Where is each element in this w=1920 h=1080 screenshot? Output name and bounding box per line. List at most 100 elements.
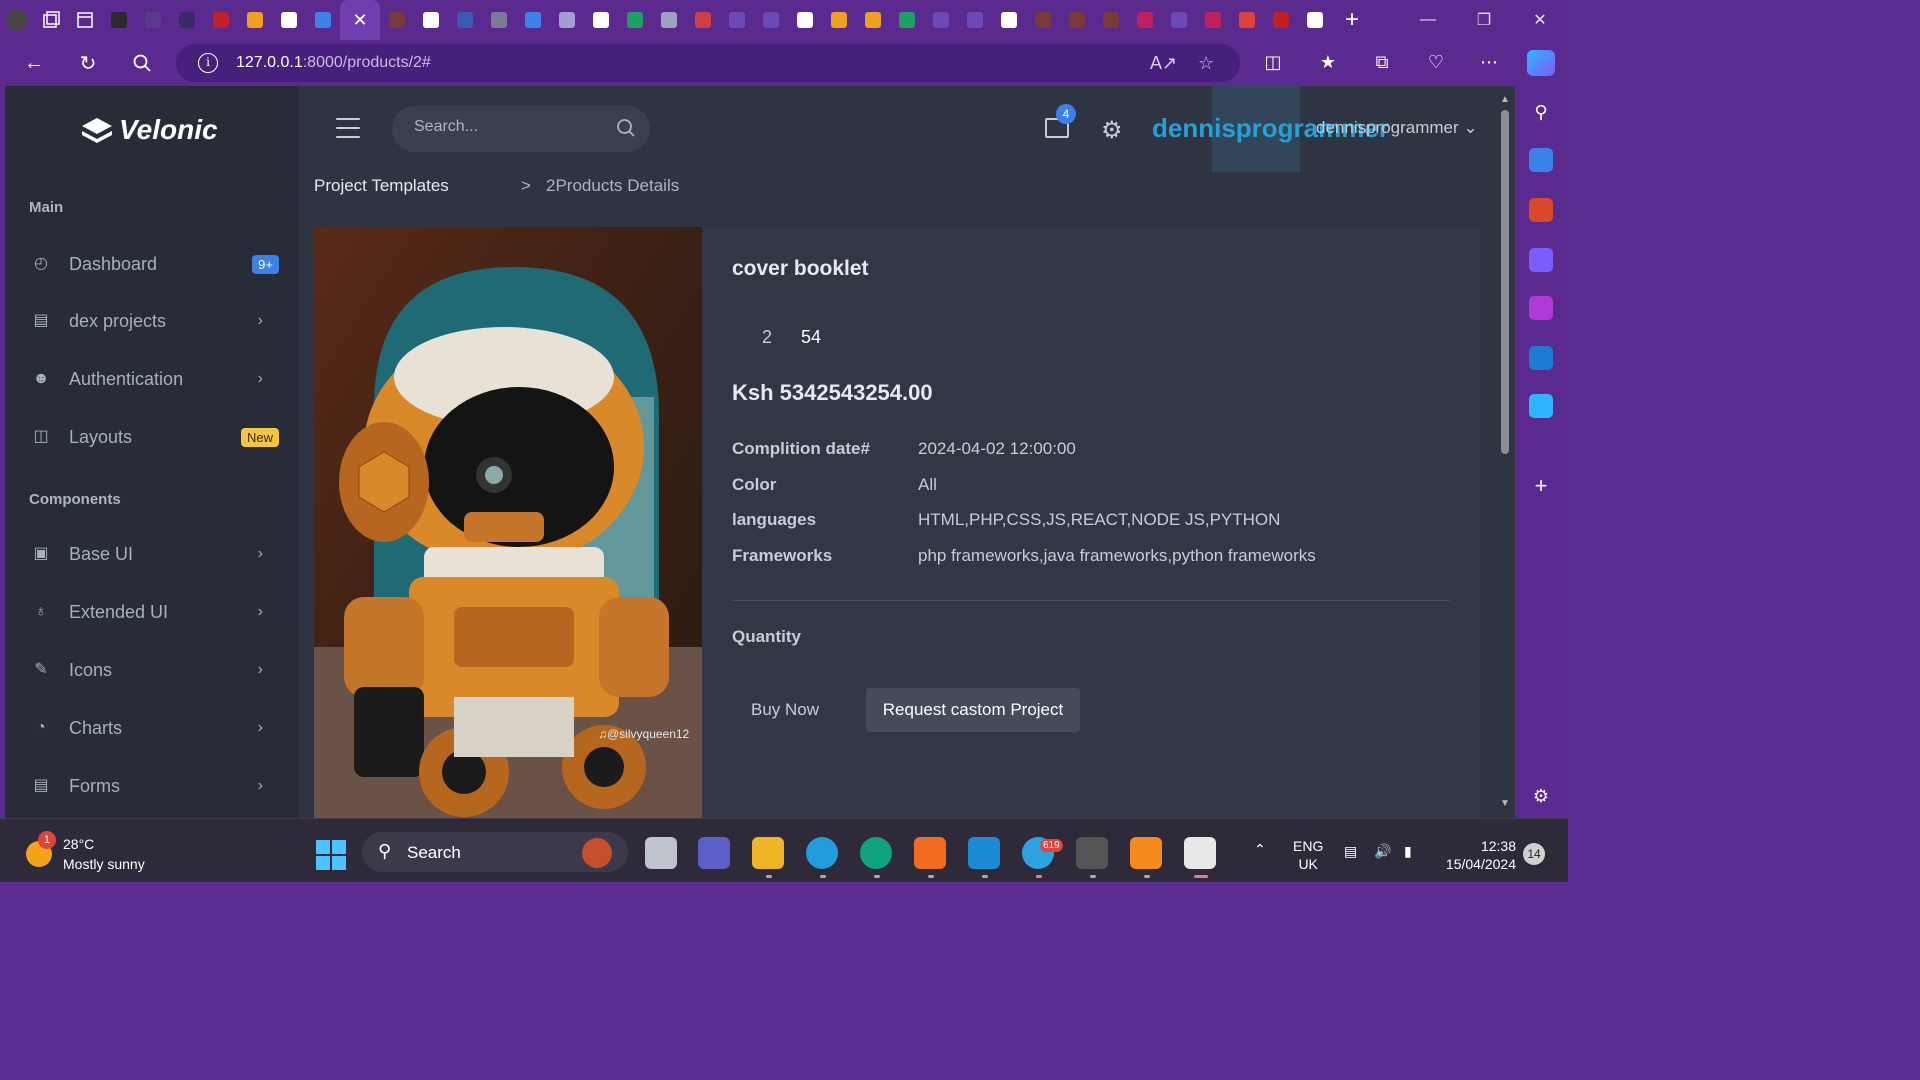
browser-tab[interactable]	[306, 0, 340, 40]
sidebar-item-icons[interactable]: ✎ Icons ›	[5, 650, 299, 690]
page-scrollbar[interactable]: ▲ ▼	[1497, 86, 1515, 818]
browser-tab[interactable]	[1094, 0, 1128, 40]
search-icon[interactable]	[127, 48, 157, 78]
drop-icon[interactable]	[1529, 394, 1553, 418]
tools-icon[interactable]	[1529, 198, 1553, 222]
office-icon[interactable]	[1529, 296, 1553, 320]
close-window-button[interactable]: ✕	[1512, 0, 1568, 40]
sidebar-item-layouts[interactable]: ◫ Layouts New	[5, 417, 299, 457]
collections-icon[interactable]: ⧉	[1369, 52, 1395, 73]
browser-tab[interactable]	[652, 0, 686, 40]
user-menu[interactable]: dennisprogrammer ⌄	[1316, 118, 1478, 138]
back-button[interactable]: ←	[19, 48, 49, 78]
minimize-button[interactable]: —	[1400, 0, 1456, 40]
browser-tab[interactable]	[448, 0, 482, 40]
browser-tab[interactable]	[584, 0, 618, 40]
shopping-icon[interactable]	[1529, 148, 1553, 172]
browser-tab[interactable]	[992, 0, 1026, 40]
split-screen-icon[interactable]: ◫	[1260, 52, 1286, 73]
browser-tab[interactable]	[170, 0, 204, 40]
browser-tab[interactable]	[550, 0, 584, 40]
sidebar-settings-icon[interactable]: ⚙	[1529, 784, 1553, 808]
scroll-down-icon[interactable]: ▼	[1500, 798, 1510, 809]
browser-tab[interactable]	[958, 0, 992, 40]
brand-logo[interactable]: Velonic	[81, 114, 218, 146]
browser-tab[interactable]	[272, 0, 306, 40]
sidebar-search-icon[interactable]: ⚲	[1529, 100, 1553, 124]
browser-essentials-icon[interactable]: ♡	[1423, 52, 1449, 73]
browser-tab[interactable]	[856, 0, 890, 40]
battery-icon[interactable]: ▮	[1404, 843, 1412, 860]
windows-start-icon[interactable]	[316, 840, 346, 870]
games-icon[interactable]	[1529, 248, 1553, 272]
menu-toggle-icon[interactable]	[336, 118, 360, 138]
reload-button[interactable]: ↻	[73, 48, 103, 78]
edge-icon[interactable]	[806, 837, 838, 869]
outlook-icon[interactable]	[1529, 346, 1553, 370]
browser-tab[interactable]	[686, 0, 720, 40]
new-tab-button[interactable]: +	[1332, 6, 1372, 34]
profile-avatar-icon[interactable]	[0, 0, 34, 40]
read-aloud-icon[interactable]: A↗	[1150, 53, 1177, 74]
sidebar-item-dex-projects[interactable]: ▤ dex projects ›	[5, 301, 299, 341]
browser-tab[interactable]	[924, 0, 958, 40]
browser-tab[interactable]	[1264, 0, 1298, 40]
site-info-icon[interactable]: i	[198, 53, 218, 73]
language-indicator[interactable]: ENG UK	[1293, 837, 1323, 873]
copilot-icon[interactable]	[1527, 50, 1555, 76]
notification-count-badge[interactable]: 14	[1523, 843, 1545, 865]
favorites-icon[interactable]: ★	[1315, 52, 1341, 73]
more-menu-icon[interactable]: ⋯	[1476, 52, 1502, 73]
scrollbar-thumb[interactable]	[1501, 110, 1509, 454]
show-hidden-icons-icon[interactable]: ⌃	[1254, 841, 1266, 858]
sidebar-item-charts[interactable]: ◔ Charts ›	[5, 708, 299, 748]
restore-button[interactable]: ❐	[1456, 0, 1512, 40]
browser-tab[interactable]	[482, 0, 516, 40]
browser-tab[interactable]	[1230, 0, 1264, 40]
website-copier-icon[interactable]	[1076, 837, 1108, 869]
sidebar-item-authentication[interactable]: ☻ Authentication ›	[5, 359, 299, 399]
browser-tab[interactable]	[1162, 0, 1196, 40]
browser-tab[interactable]	[516, 0, 550, 40]
add-sidebar-app-icon[interactable]: +	[1529, 474, 1553, 498]
browser-tab[interactable]	[822, 0, 856, 40]
task-view-icon[interactable]	[645, 837, 677, 869]
settings-gear-icon[interactable]: ⚙	[1101, 116, 1123, 145]
tab-actions-icon[interactable]	[68, 0, 102, 40]
sidebar-item-extended-ui[interactable]: ♁ Extended UI ›	[5, 592, 299, 632]
sublime-icon[interactable]	[1130, 837, 1162, 869]
browser-tab[interactable]	[618, 0, 652, 40]
active-tab-close-button[interactable]: ✕	[340, 0, 380, 40]
buy-now-button[interactable]: Buy Now	[732, 688, 838, 732]
scroll-up-icon[interactable]: ▲	[1500, 94, 1510, 105]
browser-tab[interactable]	[102, 0, 136, 40]
network-icon[interactable]: ▤	[1344, 843, 1357, 860]
browser-tab[interactable]	[1060, 0, 1094, 40]
browser-tab[interactable]	[204, 0, 238, 40]
file-explorer-icon[interactable]	[752, 837, 784, 869]
browser-tab[interactable]	[754, 0, 788, 40]
xampp-icon[interactable]	[914, 837, 946, 869]
clock[interactable]: 12:38 15/04/2024	[1440, 837, 1516, 873]
snipping-tool-icon[interactable]	[1184, 837, 1216, 869]
search-icon[interactable]	[616, 118, 636, 138]
browser-tab[interactable]	[1196, 0, 1230, 40]
vscode-icon[interactable]	[968, 837, 1000, 869]
browser-tab[interactable]	[1298, 0, 1332, 40]
browser-tab[interactable]	[1128, 0, 1162, 40]
sidebar-item-dashboard[interactable]: ◴ Dashboard 9+	[5, 244, 299, 284]
sidebar-item-forms[interactable]: ▤ Forms ›	[5, 766, 299, 806]
browser-tab[interactable]	[380, 0, 414, 40]
taskbar-search[interactable]: ⚲ Search	[362, 832, 628, 872]
browser-tab[interactable]	[1026, 0, 1060, 40]
request-custom-project-button[interactable]: Request castom Project	[866, 688, 1080, 732]
volume-icon[interactable]: 🔊	[1374, 843, 1391, 860]
browser-tab[interactable]	[414, 0, 448, 40]
teams-icon[interactable]	[698, 837, 730, 869]
browser-tab[interactable]	[788, 0, 822, 40]
browser-tab[interactable]	[890, 0, 924, 40]
chatgpt-icon[interactable]	[860, 837, 892, 869]
url-field[interactable]: i 127.0.0.1:8000/products/2# A↗ ☆	[176, 44, 1240, 82]
browser-tab[interactable]	[238, 0, 272, 40]
browser-tab[interactable]	[720, 0, 754, 40]
